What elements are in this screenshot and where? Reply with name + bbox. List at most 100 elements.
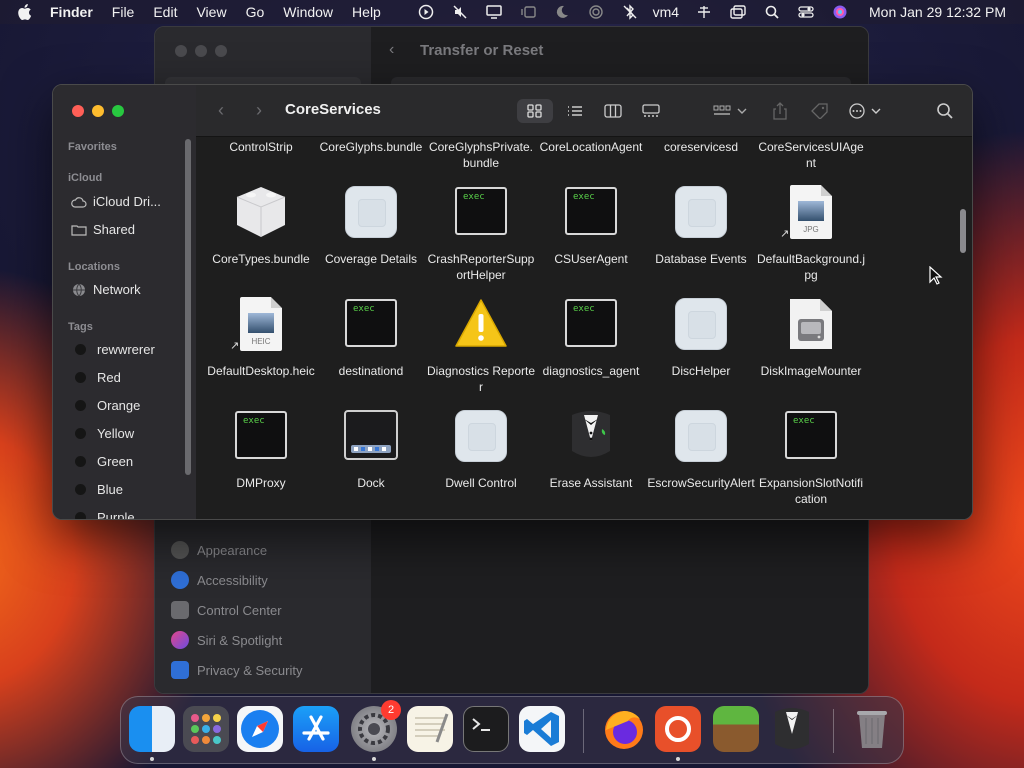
file-item[interactable]: Diagnostics Reporter xyxy=(426,297,536,397)
vm-label[interactable]: vm4 xyxy=(653,4,679,20)
file-item[interactable]: exec CrashReporterSupportHelper xyxy=(426,185,536,285)
dock-ubuntu-icon[interactable] xyxy=(655,706,701,752)
dock-erase-assistant-icon[interactable] xyxy=(769,706,815,752)
settings-item-siri[interactable]: Siri & Spotlight xyxy=(171,631,282,649)
file-label: CSUserAgent xyxy=(554,252,628,266)
dock-finder-icon[interactable] xyxy=(129,706,175,752)
display-icon[interactable] xyxy=(483,4,505,20)
close-icon[interactable] xyxy=(72,105,84,117)
menu-go[interactable]: Go xyxy=(246,4,265,20)
sidebar-tag-green[interactable]: Green xyxy=(71,454,133,469)
file-item[interactable]: Dock xyxy=(316,409,426,509)
apple-menu-icon[interactable] xyxy=(16,3,38,21)
zoom-icon[interactable] xyxy=(112,105,124,117)
file-item[interactable]: Dwell Control xyxy=(426,409,536,509)
sidebar-tag-yellow[interactable]: Yellow xyxy=(71,426,134,441)
more-actions-button[interactable] xyxy=(846,99,886,123)
file-item[interactable]: exec ExpansionSlotNotification xyxy=(756,409,866,509)
exec-icon: exec xyxy=(564,185,618,239)
tag-icon xyxy=(811,103,828,119)
control-center-icon[interactable] xyxy=(795,4,817,20)
dock-app-store-icon[interactable] xyxy=(293,706,339,752)
forward-chevron-icon[interactable]: › xyxy=(256,100,262,121)
dock-trash-icon[interactable] xyxy=(849,706,895,752)
file-item[interactable]: Coverage Details xyxy=(316,185,426,285)
file-item[interactable]: Database Events xyxy=(646,185,756,285)
file-item[interactable]: exec destinationd xyxy=(316,297,426,397)
hand-icon xyxy=(171,661,189,679)
gallery-view-button[interactable] xyxy=(636,99,666,123)
menu-app-finder[interactable]: Finder xyxy=(50,4,93,20)
minimize-icon[interactable] xyxy=(195,45,207,57)
settings-item-appearance[interactable]: Appearance xyxy=(171,541,267,559)
sidebar-scrollbar[interactable] xyxy=(185,139,191,475)
file-item[interactable]: ControlStrip xyxy=(206,137,316,177)
menu-edit[interactable]: Edit xyxy=(153,4,177,20)
file-item[interactable]: CoreLocationAgent xyxy=(536,137,646,177)
content-scrollbar[interactable] xyxy=(960,209,966,253)
dock-terminal-icon[interactable] xyxy=(463,706,509,752)
settings-item-privacy[interactable]: Privacy & Security xyxy=(171,661,302,679)
sidebar-item-icloud-drive[interactable]: iCloud Dri... xyxy=(71,194,161,209)
file-item[interactable]: DiskImageMounter xyxy=(756,297,866,397)
list-view-button[interactable] xyxy=(560,99,590,123)
spotlight-search-icon[interactable] xyxy=(761,4,783,20)
share-button[interactable] xyxy=(766,99,794,123)
sidebar-tag-rewwrerer[interactable]: rewwrerer xyxy=(71,342,155,357)
file-item[interactable]: CoreTypes.bundle xyxy=(206,185,316,285)
sidebar-tag-orange[interactable]: Orange xyxy=(71,398,140,413)
bluetooth-off-icon[interactable] xyxy=(619,4,641,20)
window-switch-icon[interactable] xyxy=(727,4,749,20)
column-view-button[interactable] xyxy=(598,99,628,123)
menu-help[interactable]: Help xyxy=(352,4,381,20)
settings-item-accessibility[interactable]: Accessibility xyxy=(171,571,268,589)
file-item[interactable]: DiscHelper xyxy=(646,297,756,397)
search-button[interactable] xyxy=(931,99,959,123)
siri-icon xyxy=(171,631,189,649)
file-item[interactable]: EscrowSecurityAlert xyxy=(646,409,756,509)
sidebar-tag-blue[interactable]: Blue xyxy=(71,482,123,497)
chevron-left-icon[interactable]: ‹ xyxy=(389,41,394,59)
group-by-button[interactable] xyxy=(711,99,751,123)
sidebar-tag-purple[interactable]: Purple xyxy=(71,510,135,519)
dock-vscode-icon[interactable] xyxy=(519,706,565,752)
file-item[interactable]: HEIC ↗ DefaultDesktop.heic xyxy=(206,297,316,397)
menu-window[interactable]: Window xyxy=(283,4,333,20)
file-item[interactable]: JPG ↗ DefaultBackground.jpg xyxy=(756,185,866,285)
back-chevron-icon[interactable]: ‹ xyxy=(218,100,224,121)
icon-view-button[interactable] xyxy=(517,99,553,123)
stage-manager-icon[interactable] xyxy=(517,4,539,20)
dock-textedit-icon[interactable] xyxy=(407,706,453,752)
file-item[interactable]: exec CSUserAgent xyxy=(536,185,646,285)
settings-item-control-center[interactable]: Control Center xyxy=(171,601,282,619)
dock-system-settings-icon[interactable]: 2 xyxy=(351,700,401,752)
file-item[interactable]: coreservicesd xyxy=(646,137,756,177)
menu-clock[interactable]: Mon Jan 29 12:32 PM xyxy=(869,4,1006,20)
sidebar-item-shared[interactable]: Shared xyxy=(71,222,135,237)
menu-file[interactable]: File xyxy=(112,4,135,20)
focus-moon-icon[interactable] xyxy=(551,4,573,20)
close-icon[interactable] xyxy=(175,45,187,57)
mute-icon[interactable] xyxy=(449,4,471,20)
file-item[interactable]: exec diagnostics_agent xyxy=(536,297,646,397)
zoom-icon[interactable] xyxy=(215,45,227,57)
siri-icon[interactable] xyxy=(829,4,851,20)
file-item[interactable]: exec DMProxy xyxy=(206,409,316,509)
airdrop-icon[interactable] xyxy=(585,4,607,20)
dock-safari-icon[interactable] xyxy=(237,706,283,752)
sidebar-item-network[interactable]: Network xyxy=(71,282,141,297)
file-item[interactable]: CoreGlyphs.bundle xyxy=(316,137,426,177)
menu-view[interactable]: View xyxy=(196,4,226,20)
tag-dot-icon xyxy=(75,428,86,439)
file-item[interactable]: CoreGlyphsPrivate.bundle xyxy=(426,137,536,177)
dock-minecraft-icon[interactable] xyxy=(713,706,759,752)
network-icon[interactable] xyxy=(693,4,715,20)
sidebar-tag-red[interactable]: Red xyxy=(71,370,121,385)
dock-launchpad-icon[interactable] xyxy=(183,706,229,752)
play-icon[interactable] xyxy=(415,4,437,20)
dock-firefox-icon[interactable] xyxy=(601,706,647,752)
file-item[interactable]: Erase Assistant xyxy=(536,409,646,509)
tags-button[interactable] xyxy=(806,99,834,123)
minimize-icon[interactable] xyxy=(92,105,104,117)
file-item[interactable]: CoreServicesUIAgent xyxy=(756,137,866,177)
